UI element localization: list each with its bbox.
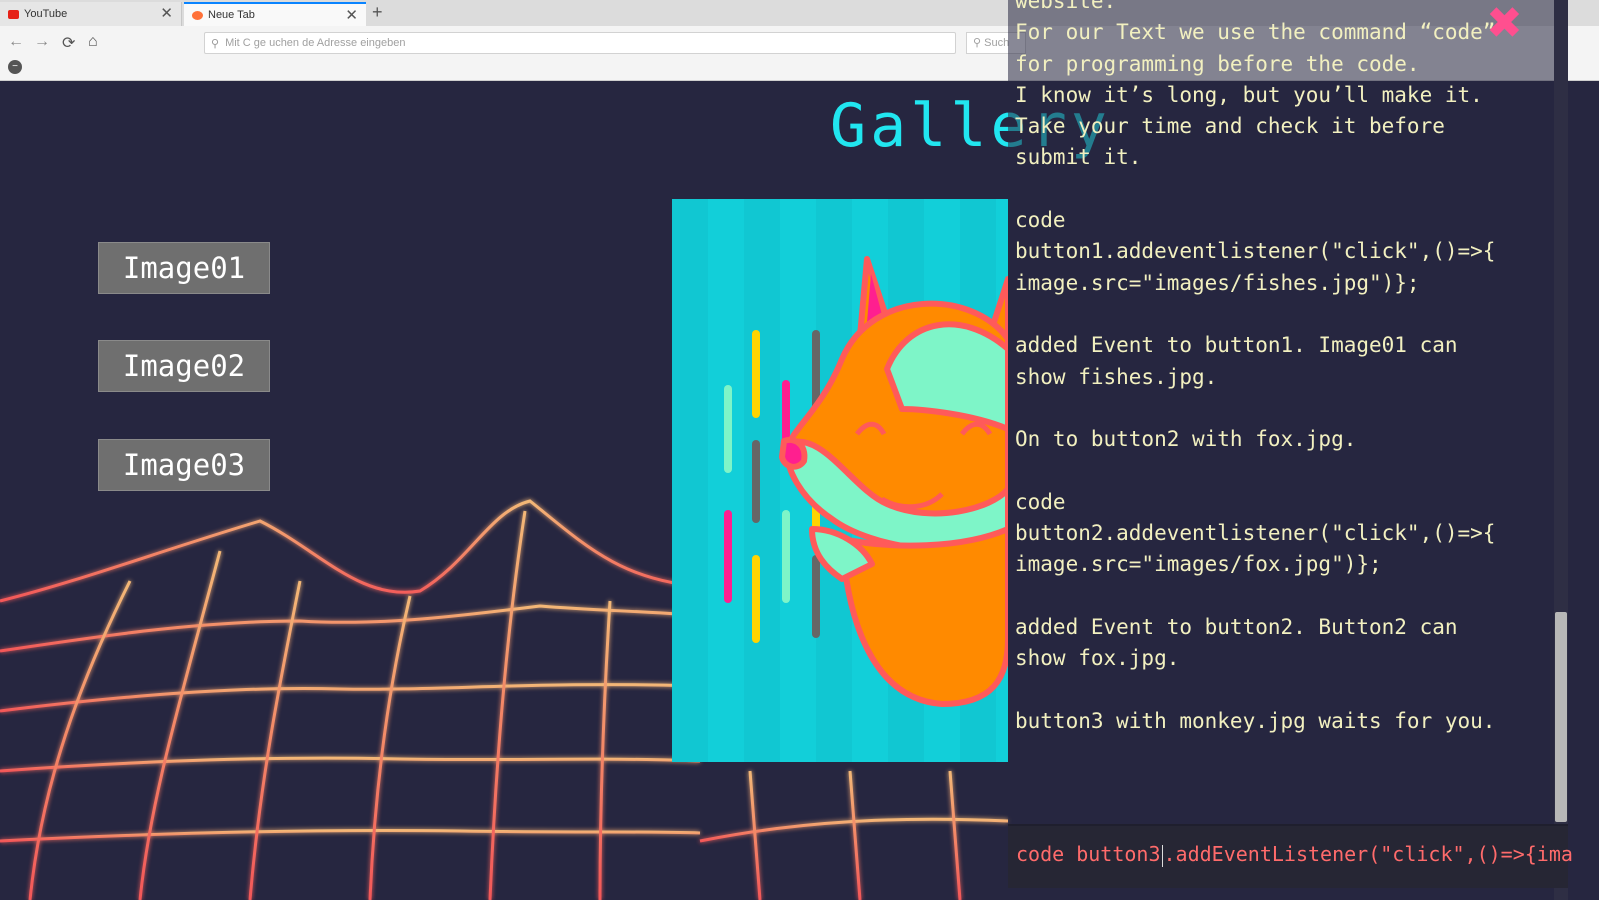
panel-line: Take your time and check it before (1015, 114, 1445, 139)
panel-line: For our Text we use the command “code” (1015, 20, 1496, 45)
panel-line: image.src="images/fox.jpg")}; (1015, 552, 1382, 577)
command-text[interactable]: code button3 .addEventListener("click",()… (1016, 842, 1573, 867)
tab-youtube[interactable]: YouTube ✕ (0, 2, 182, 26)
home-icon[interactable]: ⌂ (88, 33, 98, 51)
panel-line: show fishes.jpg. (1015, 364, 1218, 389)
image02-button[interactable]: Image02 (98, 340, 270, 392)
command-input[interactable]: code button3 .addEventListener("click",()… (1008, 824, 1573, 888)
firefox-favicon-icon (192, 10, 203, 20)
panel-line: submit it. (1015, 145, 1142, 170)
panel-line: added Event to button1. Image01 can (1015, 333, 1458, 358)
block-icon[interactable]: − (8, 60, 22, 74)
fox-illustration (672, 199, 1008, 762)
instructions-text: website. For our Text we use the command… (1015, 0, 1550, 737)
panel-line: button1.addeventlistener("click",()=>{ (1015, 239, 1496, 264)
reload-icon[interactable]: ⟳ (62, 33, 75, 53)
panel-line: button2.addeventlistener("click",()=>{ (1015, 521, 1496, 546)
panel-line: for programming before the code. (1015, 51, 1420, 76)
tab-label: Neue Tab (208, 9, 255, 21)
search-placeholder: Such (984, 37, 1010, 49)
forward-icon[interactable]: → (34, 33, 50, 51)
command-text-before-caret: code button3 (1016, 842, 1161, 866)
panel-line: button3 with monkey.jpg waits for you. (1015, 708, 1496, 733)
url-bar[interactable]: ⚲ Mit C ge uchen de Adresse eingeben (204, 32, 956, 54)
url-placeholder: Mit C ge uchen de Adresse eingeben (225, 37, 406, 49)
image03-button[interactable]: Image03 (98, 439, 270, 491)
panel-line: code (1015, 489, 1066, 514)
panel-line: added Event to button2. Button2 can (1015, 614, 1458, 639)
panel-line: On to button2 with fox.jpg. (1015, 427, 1357, 452)
panel-line: show fox.jpg. (1015, 646, 1180, 671)
panel-line: code (1015, 208, 1066, 233)
close-tab-icon[interactable]: ✕ (345, 6, 358, 24)
tab-new[interactable]: Neue Tab ✕ (184, 2, 366, 26)
panel-line: I know it’s long, but you’ll make it. (1015, 82, 1483, 107)
panel-line: image.src="images/fishes.jpg")}; (1015, 270, 1420, 295)
command-text-after-caret: .addEventListener("click",()=>{ima (1163, 842, 1573, 866)
search-icon: ⚲ (211, 37, 220, 50)
image01-button[interactable]: Image01 (98, 242, 270, 294)
new-tab-icon[interactable]: + (372, 2, 383, 23)
youtube-favicon-icon (8, 9, 19, 19)
scrollbar-thumb[interactable] (1555, 612, 1567, 822)
close-panel-icon[interactable]: ✖ (1486, 2, 1523, 46)
text-caret (1161, 844, 1163, 867)
gallery-image (672, 199, 1008, 762)
tab-label: YouTube (24, 8, 68, 20)
panel-line: website. (1015, 0, 1117, 13)
close-tab-icon[interactable]: ✕ (160, 4, 173, 22)
back-icon[interactable]: ← (8, 33, 24, 51)
